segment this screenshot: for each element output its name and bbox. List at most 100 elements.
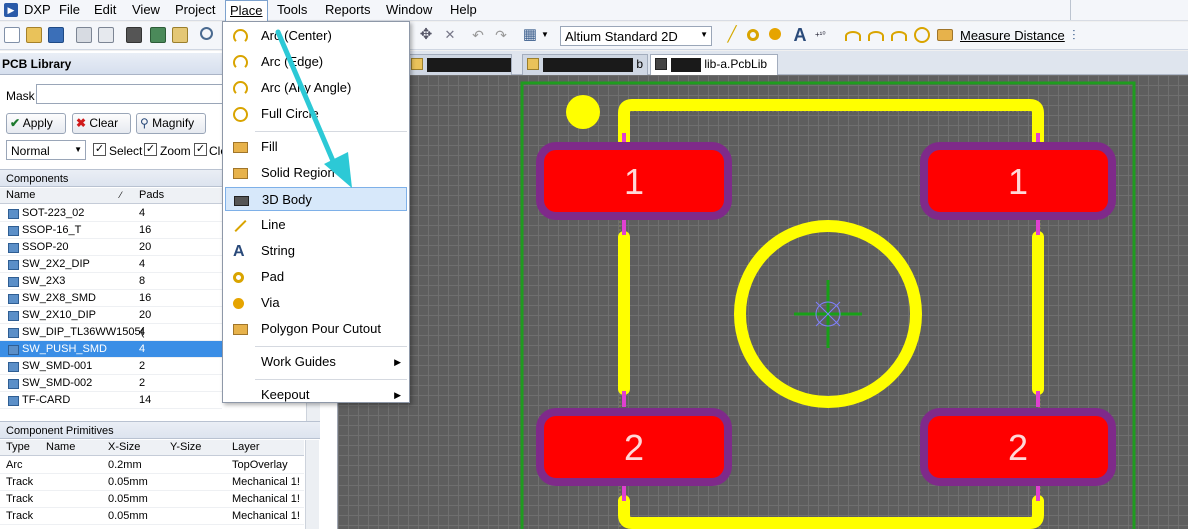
apply-button[interactable]: ✔ Apply [6,113,66,134]
menu-file[interactable]: File [56,2,83,18]
primitive-row[interactable]: Arc 0.2mm TopOverlay [0,457,304,474]
primitive-row[interactable]: Track 0.05mm Mechanical 1! [0,491,304,508]
smd-pad[interactable]: 2 [536,408,732,486]
place-via-icon[interactable] [769,28,781,40]
move-icon[interactable]: ✥ [418,27,434,43]
components-header: Name ⁄ Pads [0,188,222,204]
checkmark-icon: ✔ [10,116,21,130]
component-row[interactable]: SW_2X10_DIP 20 [0,307,222,324]
primitive-row[interactable]: Track 0.05mm Mechanical 1! [0,508,304,525]
prim-col-name[interactable]: Name [46,440,75,455]
component-row[interactable]: SW_SMD-002 2 [0,375,222,392]
fill-tool-icon[interactable] [937,29,953,41]
measure-distance-button[interactable]: Measure Distance [960,28,1065,43]
layers-icon[interactable] [126,27,142,43]
place-coordinate-icon[interactable]: +¹⁰ [815,27,831,43]
grid-dropdown-icon[interactable]: ▼ [541,27,549,43]
menu-view[interactable]: View [129,2,163,18]
zoom-icon[interactable] [200,27,213,40]
app-logo-icon[interactable]: ▶ [4,3,18,17]
document-icon [411,58,423,70]
mask-input[interactable] [36,84,226,104]
3d-body-icon [234,196,249,206]
component-row[interactable]: SW_SMD-001 2 [0,358,222,375]
place-menu-item[interactable]: Via [225,291,407,315]
smd-pad[interactable]: 2 [920,408,1116,486]
arc-edge-tool-icon[interactable] [868,31,884,41]
menu-dxp[interactable]: DXP [21,2,54,18]
tab-pcblib[interactable]: lib-a.PcbLib [650,54,778,75]
component-icon [8,345,19,355]
string-icon: A [233,243,245,260]
deselect-icon[interactable]: ✕ [442,27,458,43]
new-file-icon[interactable] [4,27,20,43]
mode-select[interactable]: Normal ▼ [6,140,86,160]
component-row[interactable]: SOT-223_02 4 [0,205,222,222]
place-menu-item[interactable]: Keepout ▶ [225,383,407,407]
prim-col-layer[interactable]: Layer [232,440,260,455]
primitives-scrollbar[interactable] [305,440,319,529]
col-name-header[interactable]: Name [6,188,35,203]
prim-col-ysize[interactable]: Y-Size [170,440,201,455]
clear-existing-checkbox[interactable]: ✓ [194,143,207,156]
board-icon[interactable] [150,27,166,43]
full-circle-icon [233,107,248,122]
redo-icon[interactable]: ↷ [493,27,509,43]
pcb-canvas[interactable]: 1 1 2 2 [338,75,1188,529]
tab-doc-2[interactable]: b [522,54,648,75]
grid-icon[interactable]: ▦ [522,27,538,43]
component-icon [8,260,19,270]
zoom-checkbox[interactable]: ✓ [144,143,157,156]
print-preview-icon[interactable] [98,27,114,43]
place-string-icon[interactable]: A [792,26,808,44]
menu-separator [255,346,407,347]
align-icon[interactable]: ⫶ [1072,27,1088,43]
place-menu-item[interactable]: Line [225,213,407,237]
view-mode-select[interactable]: Altium Standard 2D ▼ [560,26,712,46]
smd-pad[interactable]: 1 [536,142,732,220]
component-row[interactable]: SW_PUSH_SMD 4 [0,341,222,358]
component-pads: 20 [139,309,152,321]
menu-window[interactable]: Window [383,2,435,18]
component-row[interactable]: SW_2X3 8 [0,273,222,290]
component-icon[interactable] [172,27,188,43]
clear-x-icon: ✖ [76,116,87,130]
arc-center-tool-icon[interactable] [845,31,861,41]
place-menu-item[interactable]: A String [225,239,407,263]
save-icon[interactable] [48,27,64,43]
place-menu-item[interactable]: Work Guides ▶ [225,350,407,374]
clear-button[interactable]: ✖ Clear [72,113,131,134]
primitive-row[interactable]: Track 0.05mm Mechanical 1! [0,474,304,491]
magnify-button[interactable]: ⚲ Magnify [136,113,206,134]
undo-icon[interactable]: ↶ [470,27,486,43]
open-folder-icon[interactable] [26,27,42,43]
place-line-icon[interactable]: ╱ [724,27,740,43]
prim-col-type[interactable]: Type [6,440,30,455]
component-row[interactable]: TF-CARD 14 [0,392,222,409]
component-row[interactable]: SSOP-20 20 [0,239,222,256]
component-row[interactable]: SW_DIP_TL36WW1505(4 [0,324,222,341]
full-circle-tool-icon[interactable] [914,27,930,43]
place-menu-item[interactable]: Pad [225,265,407,289]
select-checkbox[interactable]: ✓ [93,143,106,156]
arc-any-tool-icon[interactable] [891,31,907,41]
component-row[interactable]: SW_2X8_SMD 16 [0,290,222,307]
menu-tools[interactable]: Tools [274,2,310,18]
zoom-label: Zoom [160,144,191,158]
place-pad-icon[interactable] [747,29,759,41]
menu-reports[interactable]: Reports [322,2,374,18]
menu-project[interactable]: Project [172,2,218,18]
smd-pad[interactable]: 1 [920,142,1116,220]
component-pads: 4 [139,343,146,355]
component-row[interactable]: SSOP-16_T 16 [0,222,222,239]
menu-edit[interactable]: Edit [91,2,119,18]
component-row[interactable]: SW_2X2_DIP 4 [0,256,222,273]
pad-number: 1 [624,161,644,202]
prim-col-xsize[interactable]: X-Size [108,440,140,455]
place-menu-item[interactable]: Polygon Pour Cutout [225,317,407,341]
tab-doc-1[interactable] [406,54,512,75]
print-icon[interactable] [76,27,92,43]
menu-place[interactable]: Place [225,0,268,21]
menu-help[interactable]: Help [447,2,480,18]
col-pads-header[interactable]: Pads [139,188,164,203]
